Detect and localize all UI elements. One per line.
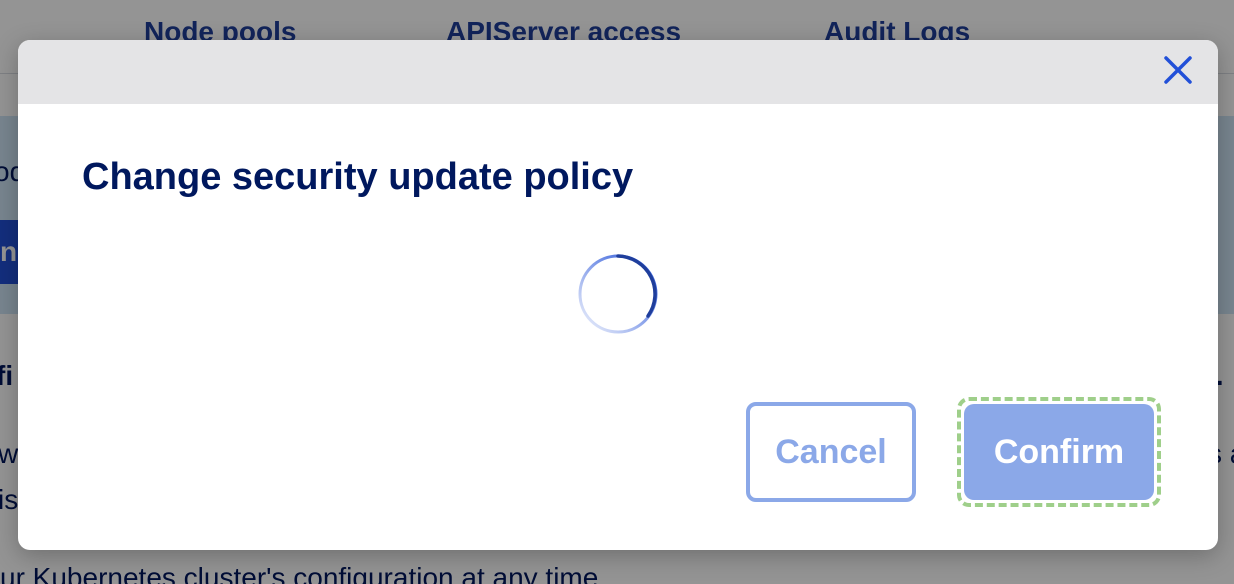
loading-spinner-icon [576,252,660,336]
modal-header [18,40,1218,104]
security-policy-modal: Change security update policy Cancel Con… [18,40,1218,550]
modal-title: Change security update policy [82,156,634,198]
close-icon [1163,55,1193,90]
close-button[interactable] [1160,54,1196,90]
cancel-button[interactable]: Cancel [746,402,916,502]
confirm-button[interactable]: Confirm [964,404,1154,500]
